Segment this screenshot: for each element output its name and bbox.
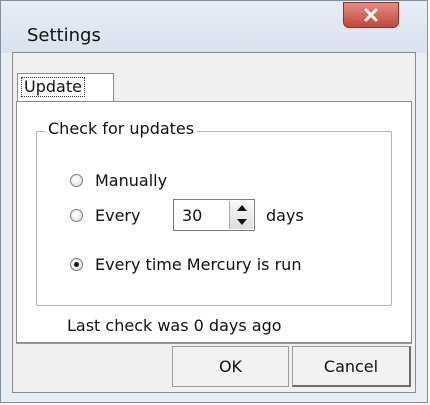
- last-check-text: Last check was 0 days ago: [67, 316, 282, 335]
- window-title: Settings: [27, 25, 101, 46]
- spin-down-button[interactable]: [230, 215, 253, 229]
- tab-update-label: Update: [21, 77, 85, 97]
- close-icon: [364, 8, 378, 22]
- title-bar[interactable]: Settings: [1, 1, 427, 53]
- close-button[interactable]: [343, 2, 399, 28]
- arrow-up-icon: [236, 205, 247, 211]
- cancel-button[interactable]: Cancel: [292, 346, 411, 387]
- ok-button[interactable]: OK: [172, 346, 289, 387]
- radio-every[interactable]: [70, 209, 83, 222]
- interval-value[interactable]: 30: [182, 206, 202, 225]
- radio-manually[interactable]: [70, 174, 83, 187]
- tab-update[interactable]: Update: [17, 73, 114, 101]
- radio-every-row[interactable]: Every: [70, 206, 140, 225]
- interval-unit-label: days: [266, 206, 304, 225]
- interval-spin-buttons[interactable]: [229, 201, 253, 229]
- radio-manually-label: Manually: [95, 171, 168, 190]
- radio-every-run-row[interactable]: Every time Mercury is run: [70, 255, 301, 274]
- radio-every-run-label: Every time Mercury is run: [95, 255, 302, 274]
- check-updates-group-title: Check for updates: [45, 119, 198, 138]
- arrow-down-icon: [236, 219, 247, 225]
- interval-spinbox[interactable]: 30: [173, 199, 255, 231]
- spin-up-button[interactable]: [230, 201, 253, 215]
- radio-every-run[interactable]: [70, 258, 83, 271]
- radio-manually-row[interactable]: Manually: [70, 171, 167, 190]
- radio-every-label: Every: [95, 206, 141, 225]
